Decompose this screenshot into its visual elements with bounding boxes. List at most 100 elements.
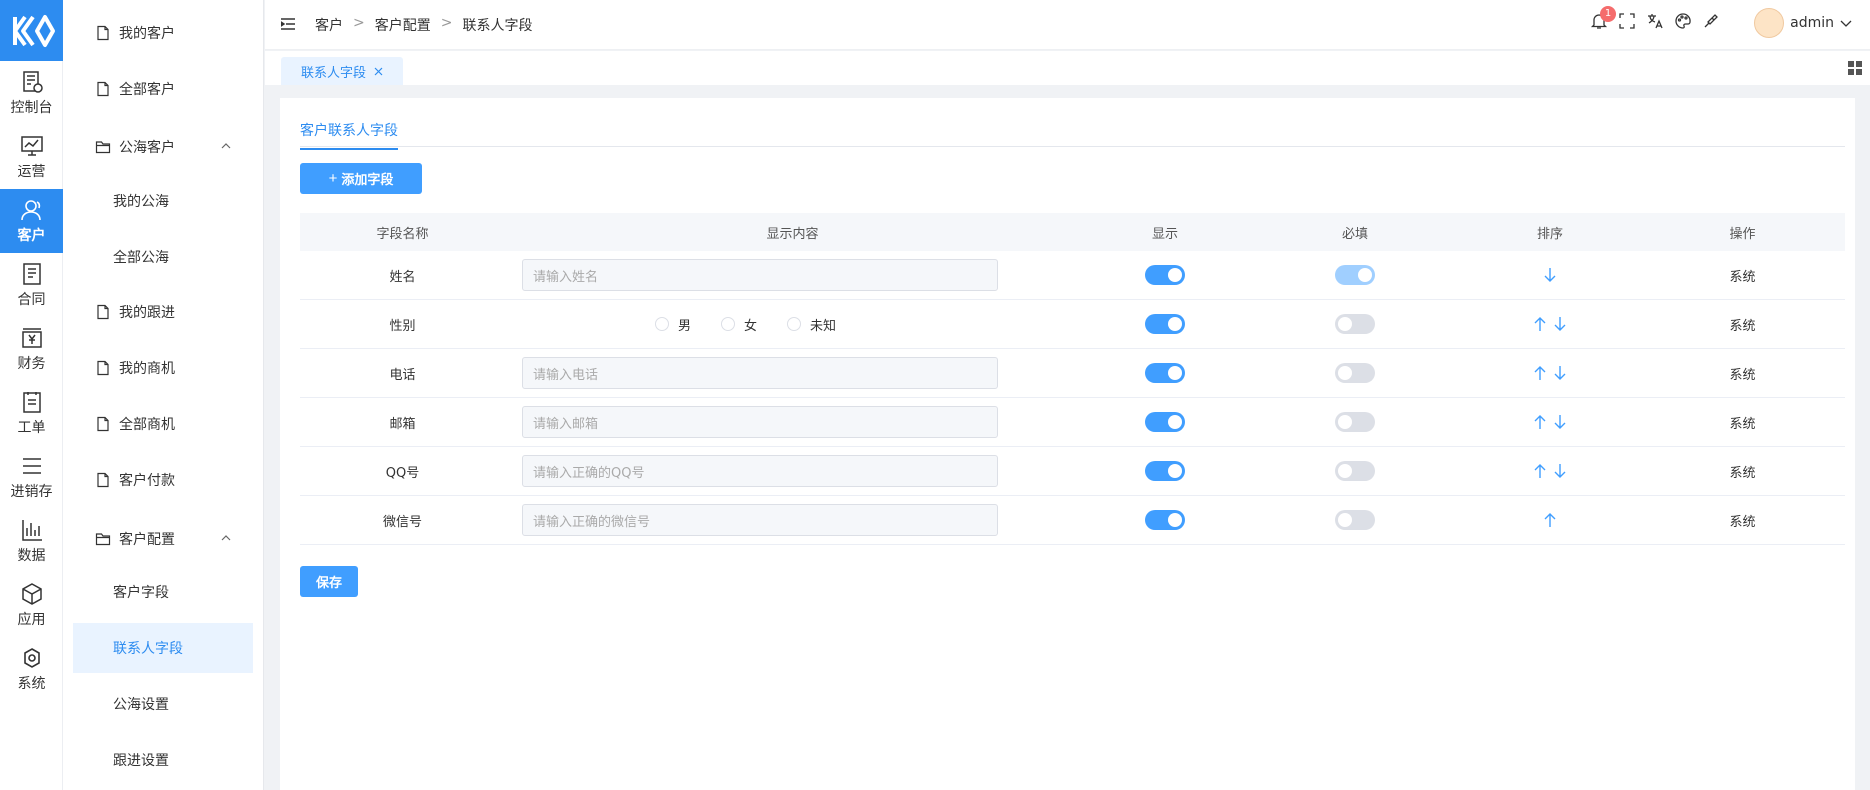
show-toggle[interactable] <box>1145 510 1185 530</box>
show-toggle[interactable] <box>1145 412 1185 432</box>
radio-male[interactable]: 男 <box>655 315 691 334</box>
menu-item-pool-settings[interactable]: 公海设置 <box>73 679 253 729</box>
menu-label: 公海设置 <box>113 697 169 713</box>
menu-label: 客户字段 <box>113 585 169 601</box>
add-field-button[interactable]: + 添加字段 <box>300 163 422 194</box>
brush-icon[interactable] <box>1702 12 1720 30</box>
grid-icon[interactable] <box>1848 61 1862 75</box>
arrow-down-icon[interactable] <box>1553 365 1567 381</box>
save-button[interactable]: 保存 <box>300 566 358 597</box>
arrow-up-icon[interactable] <box>1533 365 1547 381</box>
show-toggle[interactable] <box>1145 265 1185 285</box>
palette-icon[interactable] <box>1674 12 1692 30</box>
table-row: 微信号 请输入正确的微信号 系统 <box>300 496 1845 545</box>
menu-item-all-pool[interactable]: 全部公海 <box>73 232 253 282</box>
menu-group-public-pool[interactable]: 公海客户 <box>73 122 253 172</box>
rail-item-apps[interactable]: 应用 <box>0 573 63 637</box>
required-toggle[interactable] <box>1335 461 1375 481</box>
menu-group-customer-config[interactable]: 客户配置 <box>73 514 253 564</box>
tab-divider <box>300 146 1845 147</box>
menu-item-my-follow[interactable]: 我的跟进 <box>73 287 253 337</box>
breadcrumb-separator: > <box>440 15 453 31</box>
email-input[interactable]: 请输入邮箱 <box>522 406 998 438</box>
menu-label: 我的跟进 <box>119 305 175 321</box>
rail-item-contracts[interactable]: 合同 <box>0 253 63 317</box>
rail-label: 运营 <box>17 163 46 180</box>
breadcrumb-separator: > <box>353 15 365 31</box>
wechat-input[interactable]: 请输入正确的微信号 <box>522 504 998 536</box>
field-name: 电话 <box>389 367 416 383</box>
close-icon[interactable] <box>374 67 383 76</box>
rail-item-data[interactable]: 数据 <box>0 509 63 573</box>
rail-label: 数据 <box>17 547 46 564</box>
qq-input[interactable]: 请输入正确的QQ号 <box>522 455 998 487</box>
arrow-up-icon[interactable] <box>1533 316 1547 332</box>
show-toggle[interactable] <box>1145 461 1185 481</box>
phone-input[interactable]: 请输入电话 <box>522 357 998 389</box>
fields-table: 字段名称 显示内容 显示 必填 排序 操作 姓名 请输入姓名 系统 性别 男 女 <box>300 213 1845 545</box>
radio-label: 女 <box>744 318 758 334</box>
rail-label: 进销存 <box>10 483 53 500</box>
rail-item-finance[interactable]: 财务 <box>0 317 63 381</box>
tab-contact-fields[interactable]: 联系人字段 <box>281 57 404 85</box>
rail-item-tickets[interactable]: 工单 <box>0 381 63 445</box>
rail-item-operations[interactable]: 运营 <box>0 125 63 189</box>
fullscreen-icon[interactable] <box>1618 12 1636 30</box>
menu-item-contact-fields[interactable]: 联系人字段 <box>73 623 253 673</box>
menu-item-all-customers[interactable]: 全部客户 <box>73 64 253 114</box>
arrow-down-icon[interactable] <box>1553 316 1567 332</box>
contract-icon <box>22 262 41 285</box>
arrow-down-icon[interactable] <box>1543 267 1557 283</box>
avatar <box>1754 8 1785 38</box>
rail-label: 合同 <box>17 291 46 308</box>
rail-label: 系统 <box>17 675 46 692</box>
required-toggle[interactable] <box>1335 412 1375 432</box>
th-action: 操作 <box>1729 226 1756 242</box>
th-required: 必填 <box>1341 226 1368 242</box>
rail-item-inventory[interactable]: 进销存 <box>0 445 63 509</box>
radio-female[interactable]: 女 <box>721 315 757 334</box>
file-icon <box>95 360 111 376</box>
breadcrumb-item[interactable]: 客户 <box>315 15 343 35</box>
show-toggle[interactable] <box>1145 363 1185 383</box>
arrow-up-icon[interactable] <box>1533 414 1547 430</box>
menu-item-my-pool[interactable]: 我的公海 <box>73 176 253 226</box>
notification-button[interactable]: 1 <box>1590 6 1616 30</box>
radio-unknown[interactable]: 未知 <box>787 315 836 334</box>
th-content: 显示内容 <box>766 226 819 242</box>
arrow-down-icon[interactable] <box>1553 463 1567 479</box>
required-toggle[interactable] <box>1335 363 1375 383</box>
rail-label: 应用 <box>17 611 46 628</box>
menu-item-customer-payment[interactable]: 客户付款 <box>73 455 253 505</box>
arrow-up-icon[interactable] <box>1533 463 1547 479</box>
name-input[interactable]: 请输入姓名 <box>522 259 998 291</box>
chevron-up-icon <box>221 143 231 149</box>
menu-item-my-customers[interactable]: 我的客户 <box>73 8 253 58</box>
breadcrumb-item[interactable]: 客户配置 <box>375 15 431 35</box>
rail-item-customers[interactable]: 客户 <box>0 189 63 253</box>
rail-item-dashboard[interactable]: 控制台 <box>0 61 63 125</box>
main-card: 客户联系人字段 + 添加字段 字段名称 显示内容 显示 必填 排序 操作 姓名 … <box>280 98 1855 790</box>
file-icon <box>95 416 111 432</box>
menu-item-my-opportunities[interactable]: 我的商机 <box>73 343 253 393</box>
menu-item-follow-settings[interactable]: 跟进设置 <box>73 735 253 785</box>
table-row: 姓名 请输入姓名 系统 <box>300 251 1845 300</box>
menu-item-customer-fields[interactable]: 客户字段 <box>73 567 253 617</box>
menu-fold-icon[interactable] <box>281 18 295 30</box>
radio-label: 男 <box>678 318 692 334</box>
field-name: 姓名 <box>389 269 416 285</box>
rail-item-system[interactable]: 系统 <box>0 637 63 701</box>
user-menu[interactable]: admin <box>1754 8 1852 38</box>
required-toggle[interactable] <box>1335 314 1375 334</box>
username: admin <box>1790 15 1834 31</box>
show-toggle[interactable] <box>1145 314 1185 334</box>
folder-icon <box>95 531 111 547</box>
required-toggle[interactable] <box>1335 510 1375 530</box>
dashboard-icon <box>22 70 43 93</box>
menu-item-all-opportunities[interactable]: 全部商机 <box>73 399 253 449</box>
arrow-up-icon[interactable] <box>1543 512 1557 528</box>
arrow-down-icon[interactable] <box>1553 414 1567 430</box>
table-header: 字段名称 显示内容 显示 必填 排序 操作 <box>300 213 1845 251</box>
app-logo[interactable] <box>0 0 63 61</box>
translate-icon[interactable] <box>1646 12 1664 30</box>
